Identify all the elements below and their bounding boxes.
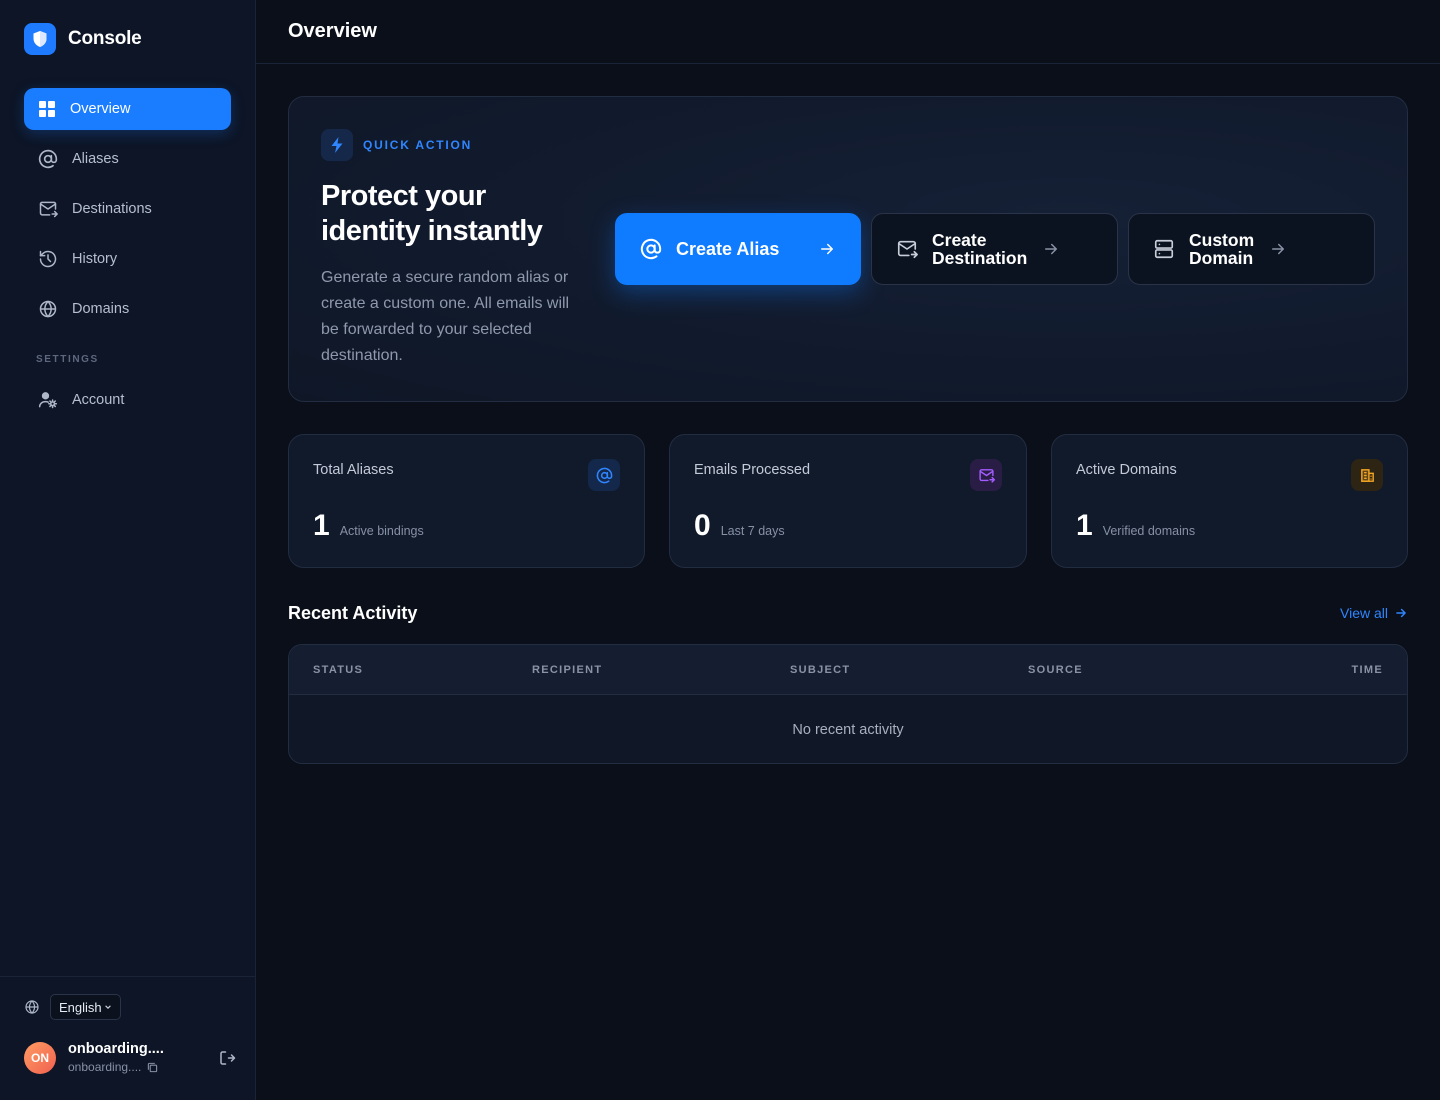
mail-forward-icon [970, 459, 1002, 491]
topbar: Overview [256, 0, 1440, 64]
stat-sub: Verified domains [1102, 524, 1196, 538]
column-header-source[interactable]: SOURCE [1028, 664, 1083, 676]
stat-value-row: 0 Last 7 days [694, 509, 785, 543]
brand-name: Console [68, 28, 142, 49]
stat-value-row: 1 Verified domains [1076, 509, 1195, 543]
view-all-link[interactable]: View all [1340, 605, 1408, 621]
language-row: English [24, 994, 121, 1020]
empty-state: No recent activity [792, 722, 904, 738]
stat-value-row: 1 Active bindings [313, 509, 424, 543]
nav-item-label: Overview [70, 101, 131, 117]
view-all-label: View all [1340, 605, 1388, 621]
arrow-right-icon [1045, 243, 1057, 255]
create-alias-button[interactable]: Create Alias [615, 213, 861, 285]
stat-sub: Last 7 days [720, 524, 785, 538]
nav-item-overview[interactable]: Overview [24, 88, 231, 130]
user-row: ON onboarding.... onboarding.... [24, 1041, 236, 1074]
mail-forward-icon [897, 240, 918, 259]
stat-label: Active Domains [1076, 462, 1177, 478]
at-sign-icon [588, 459, 620, 491]
arrow-right-icon [821, 243, 833, 255]
sidebar: Console Overview Aliases Destinations Hi… [0, 0, 256, 1100]
page-title: Overview [288, 20, 377, 42]
logout-button[interactable] [218, 1049, 236, 1067]
nav-item-label: Account [72, 392, 125, 408]
quick-action-card: QUICK ACTION Protect your identity insta… [288, 96, 1408, 402]
quick-action-tag-label: QUICK ACTION [363, 138, 473, 152]
nav-item-destinations[interactable]: Destinations [24, 188, 231, 230]
table-header: STATUS RECIPIENT SUBJECT SOURCE TIME [289, 645, 1407, 695]
globe-icon [39, 300, 57, 318]
main-nav: Overview Aliases Destinations History Do… [24, 88, 231, 429]
nav-item-account[interactable]: Account [24, 379, 231, 421]
stat-label: Emails Processed [694, 462, 811, 478]
sidebar-footer: English ON onboarding.... onboarding.... [0, 976, 256, 1100]
create-destination-button[interactable]: Create Destination [871, 213, 1118, 285]
create-destination-label: Create Destination [932, 230, 1028, 268]
grid-icon [39, 101, 55, 117]
nav-item-label: Aliases [72, 151, 119, 167]
avatar[interactable]: ON [24, 1041, 56, 1074]
user-gear-icon [38, 392, 58, 409]
stat-label: Total Aliases [313, 462, 394, 478]
nav-item-label: Destinations [72, 201, 152, 217]
stat-value: 1 [1076, 509, 1093, 542]
nav-item-label: Domains [72, 301, 130, 317]
at-sign-icon [38, 149, 58, 169]
activity-table: STATUS RECIPIENT SUBJECT SOURCE TIME No … [288, 644, 1408, 764]
nav-item-aliases[interactable]: Aliases [24, 138, 231, 180]
nav-item-domains[interactable]: Domains [24, 288, 231, 330]
at-sign-icon [640, 238, 662, 260]
recent-activity-title: Recent Activity [288, 603, 418, 623]
stat-sub: Active bindings [339, 524, 424, 538]
stat-card-emails-processed: Emails Processed 0 Last 7 days [669, 434, 1027, 568]
mail-forward-icon [39, 201, 58, 218]
copy-icon[interactable] [147, 1062, 158, 1073]
user-email-row: onboarding.... [68, 1060, 210, 1074]
stat-card-active-domains: Active Domains 1 Verified domains [1051, 434, 1408, 568]
stat-card-total-aliases: Total Aliases 1 Active bindings [288, 434, 645, 568]
create-alias-label: Create Alias [676, 239, 780, 259]
globe-icon [25, 1000, 39, 1014]
language-select[interactable]: English [50, 994, 121, 1020]
stat-value: 0 [694, 509, 711, 542]
lightning-icon [321, 129, 353, 161]
building-icon [1351, 459, 1383, 491]
arrow-right-icon [1396, 608, 1406, 618]
nav-item-history[interactable]: History [24, 238, 231, 280]
history-icon [39, 250, 57, 268]
shield-icon [24, 23, 56, 55]
arrow-right-icon [1272, 243, 1284, 255]
custom-domain-label: Custom Domain [1189, 230, 1255, 268]
chevron-down-icon [104, 1005, 111, 1009]
nav-item-label: History [72, 251, 118, 267]
quick-action-title: Protect your identity instantly [321, 180, 543, 247]
column-header-status[interactable]: STATUS [313, 664, 363, 676]
column-header-time[interactable]: TIME [1352, 664, 1383, 676]
brand[interactable]: Console [24, 23, 142, 55]
column-header-recipient[interactable]: RECIPIENT [532, 664, 602, 676]
user-email: onboarding.... [68, 1060, 142, 1074]
user-name: onboarding.... [68, 1041, 164, 1057]
quick-action-tag: QUICK ACTION [321, 129, 472, 161]
stat-value: 1 [313, 509, 330, 542]
server-icon [1154, 239, 1174, 259]
column-header-subject[interactable]: SUBJECT [790, 664, 850, 676]
language-value: English [59, 999, 102, 1015]
user-info: onboarding.... onboarding.... [68, 1041, 210, 1074]
logout-icon [220, 1050, 236, 1065]
custom-domain-button[interactable]: Custom Domain [1128, 213, 1375, 285]
settings-section-label: SETTINGS [36, 354, 99, 365]
quick-action-description: Generate a secure random alias or create… [321, 269, 570, 364]
